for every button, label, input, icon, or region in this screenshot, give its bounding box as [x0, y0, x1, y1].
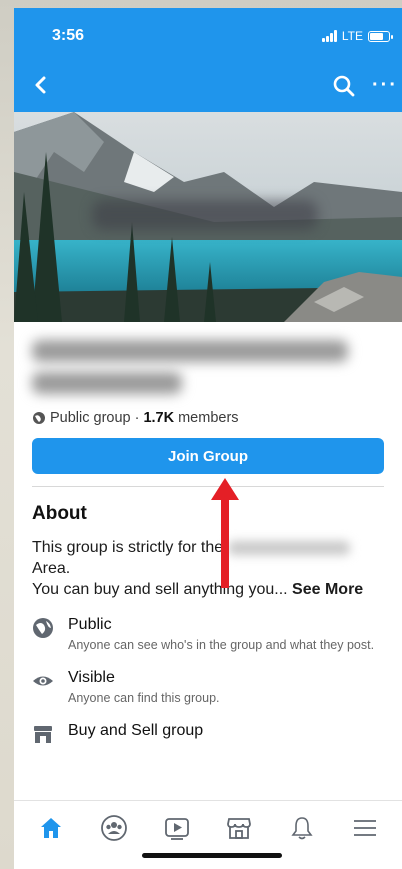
feature-title: Public	[68, 616, 112, 633]
watch-icon	[164, 818, 189, 840]
privacy-label: Public group	[50, 410, 131, 426]
home-indicator	[142, 853, 282, 858]
feature-public: Public Anyone can see who's in the group…	[32, 616, 384, 653]
tab-watch[interactable]	[157, 808, 197, 848]
home-icon	[41, 818, 62, 838]
about-text-before: This group is strictly for the	[32, 539, 224, 556]
store-icon	[34, 726, 52, 743]
group-info: Public group · 1.7K members	[14, 322, 402, 426]
red-arrow-annotation	[211, 478, 239, 588]
feature-visible: Visible Anyone can find this group.	[32, 669, 384, 706]
back-chevron-icon	[35, 76, 46, 94]
menu-icon	[353, 820, 376, 836]
search-button[interactable]	[332, 74, 356, 98]
back-button[interactable]	[32, 74, 50, 96]
feature-subtitle: Anyone can find this group.	[68, 691, 220, 705]
bottom-tab-bar	[14, 800, 402, 855]
network-label: LTE	[341, 29, 363, 43]
about-heading: About	[32, 503, 87, 524]
about-text-line2: You can buy and sell anything you...	[32, 581, 288, 598]
battery-icon	[368, 30, 393, 42]
group-name-redacted	[32, 340, 384, 394]
members-label: members	[178, 410, 239, 426]
groups-icon	[101, 815, 127, 841]
signal-icon	[321, 30, 337, 42]
tab-groups[interactable]	[94, 808, 134, 848]
more-options-button[interactable]: ···	[372, 74, 398, 97]
meta-separator: ·	[134, 410, 140, 426]
about-description: This group is strictly for the Area. You…	[32, 537, 384, 600]
app-header: 3:56 LTE ···	[14, 8, 402, 112]
status-indicators: LTE	[321, 29, 393, 43]
join-group-button[interactable]: Join Group	[32, 438, 384, 474]
phone-screen: 3:56 LTE ··· Public group · 1.7K members…	[14, 8, 402, 869]
status-time: 3:56	[52, 27, 85, 44]
group-cover-photo[interactable]	[14, 112, 402, 322]
member-count: 1.7K	[143, 410, 175, 426]
search-icon	[333, 75, 355, 97]
group-meta: Public group · 1.7K members	[32, 410, 384, 426]
tab-menu[interactable]	[345, 808, 385, 848]
feature-title: Buy and Sell group	[68, 722, 204, 739]
eye-icon	[33, 676, 53, 686]
marketplace-icon	[227, 818, 252, 839]
feature-subtitle: Anyone can see who's in the group and wh…	[68, 638, 375, 652]
tab-home[interactable]	[31, 808, 71, 848]
globe-small-icon	[33, 412, 45, 424]
location-redacted	[227, 540, 350, 555]
about-section: About This group is strictly for the Are…	[14, 487, 402, 745]
feature-buy-sell: Buy and Sell group	[32, 722, 384, 745]
notifications-icon	[291, 817, 313, 840]
about-text-after: Area.	[32, 560, 71, 577]
tab-notifications[interactable]	[282, 808, 322, 848]
see-more-link[interactable]: See More	[292, 581, 363, 598]
cover-redaction	[92, 200, 318, 230]
feature-title: Visible	[68, 669, 115, 686]
tab-marketplace[interactable]	[219, 808, 259, 848]
globe-icon	[33, 618, 53, 638]
